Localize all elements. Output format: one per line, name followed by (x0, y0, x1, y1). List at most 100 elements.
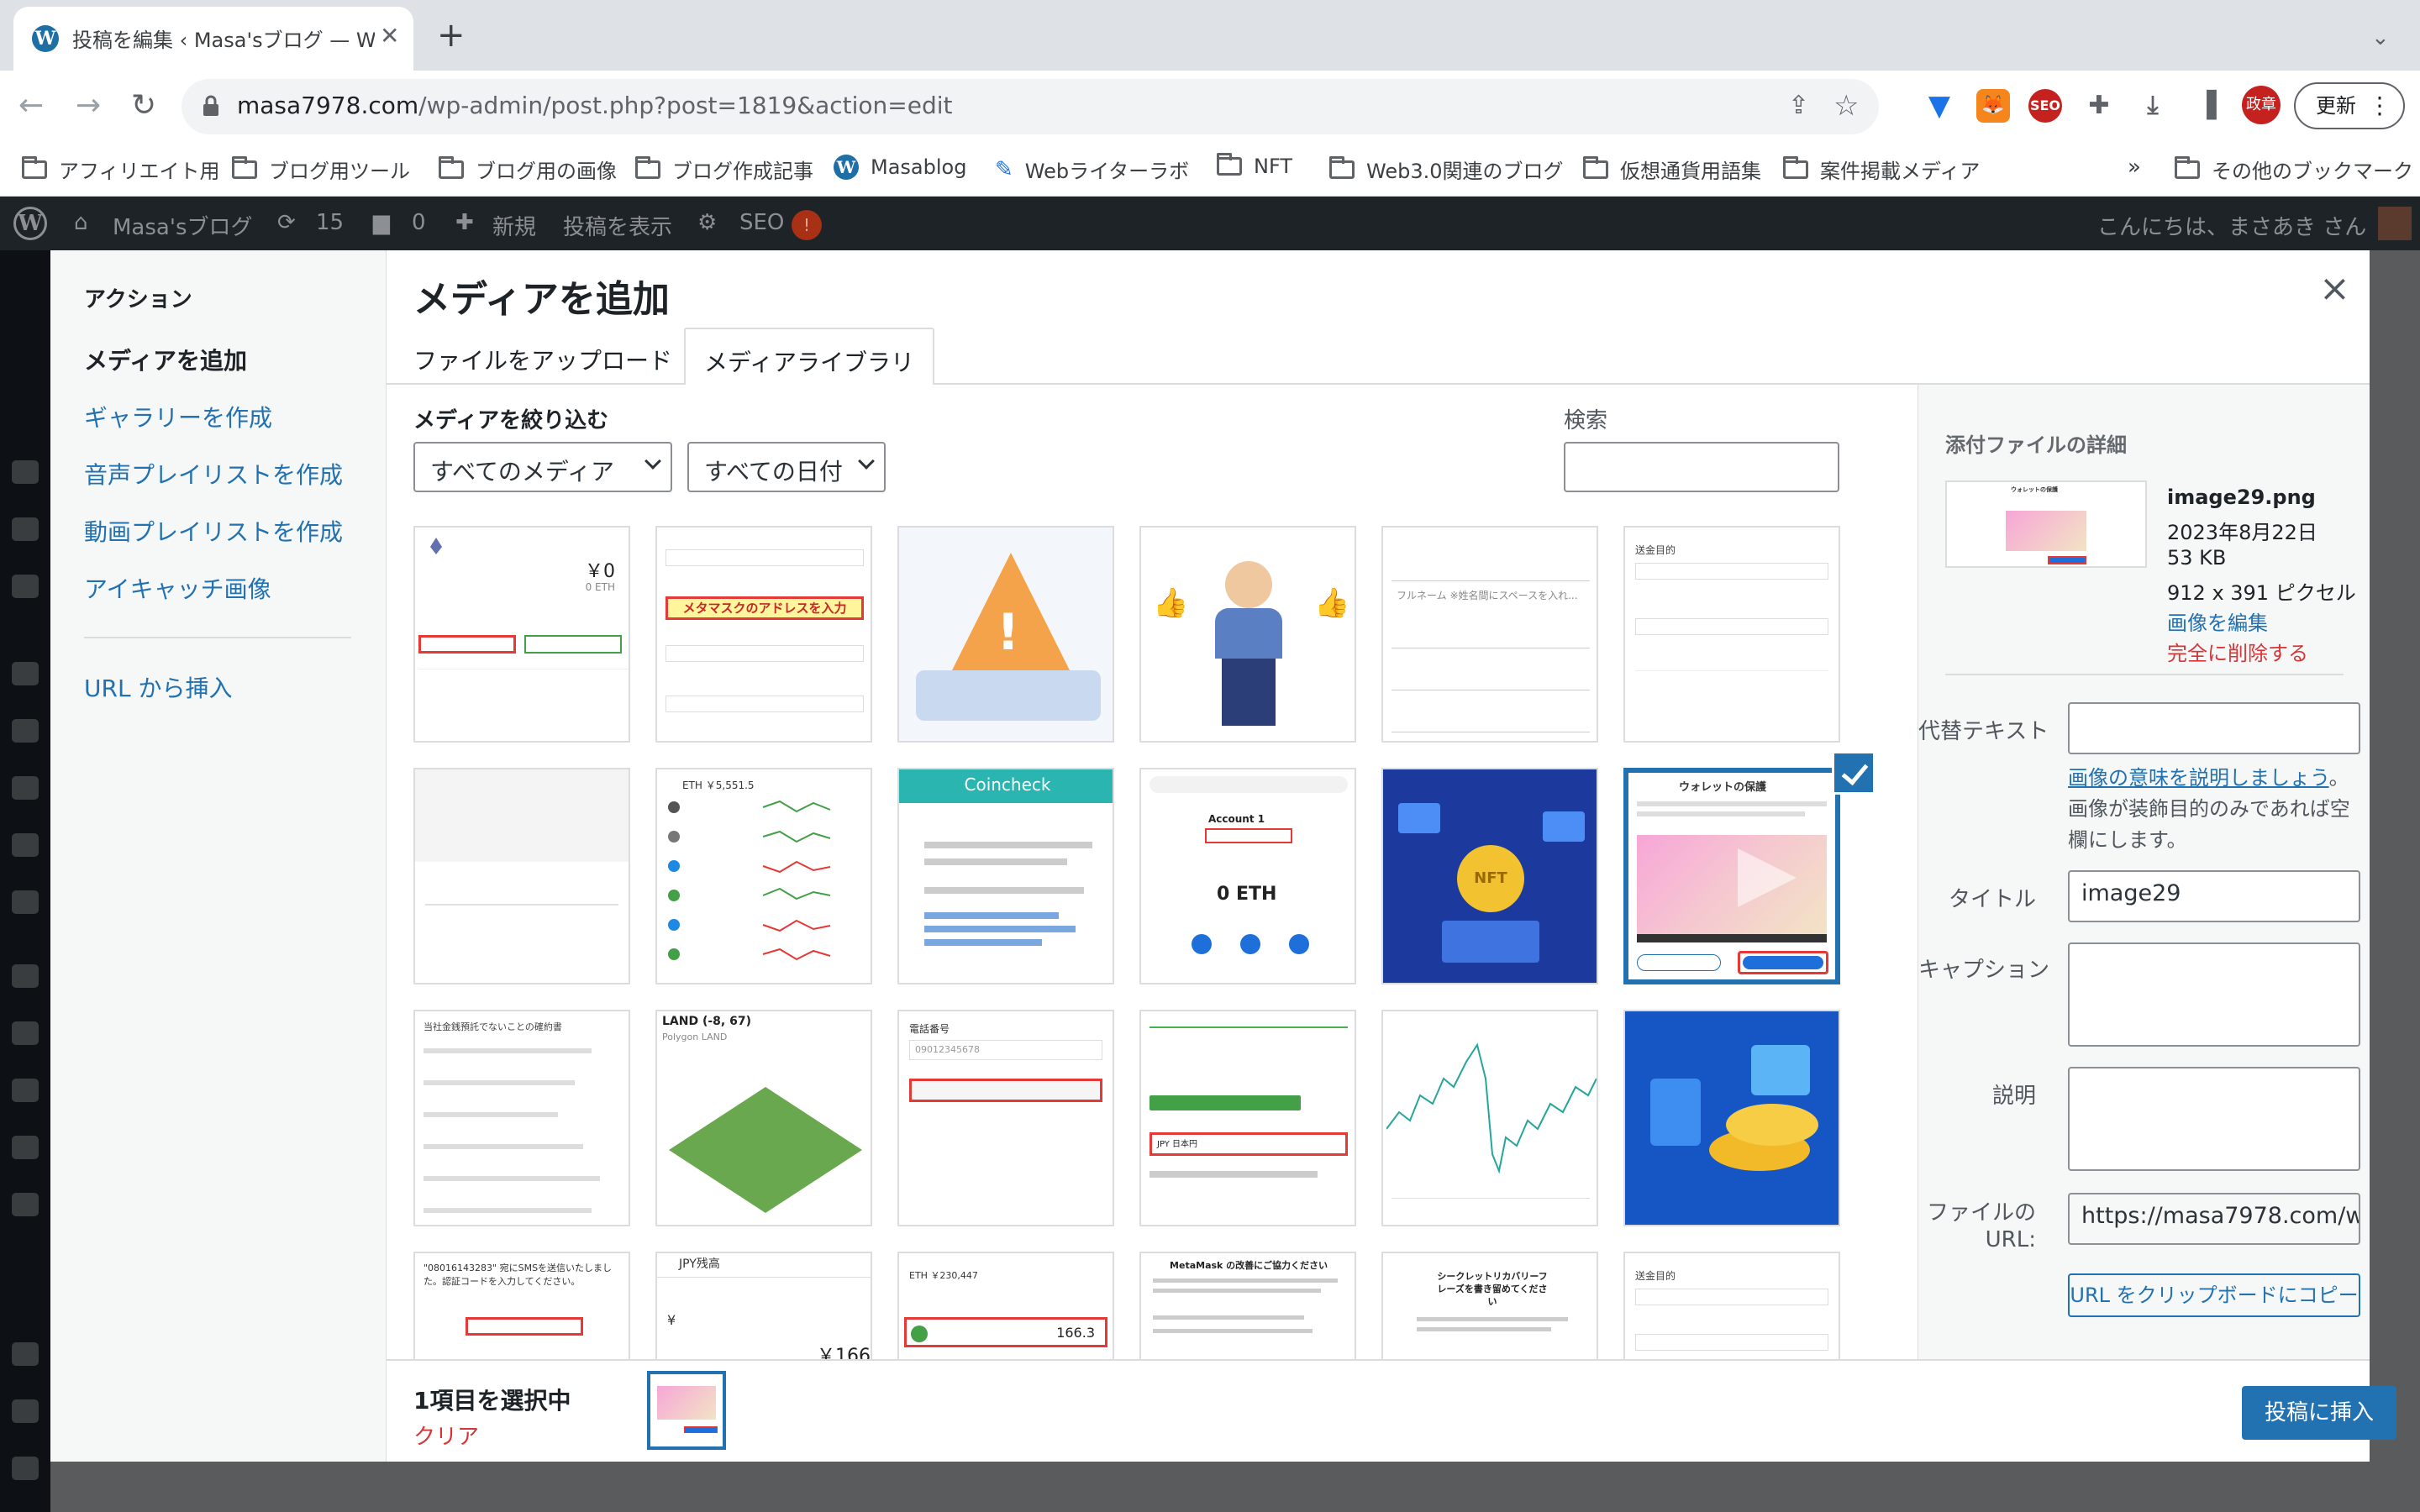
copy-url-button[interactable]: URL をクリップボードにコピー (2068, 1273, 2360, 1317)
alt-text-input[interactable] (2068, 702, 2360, 754)
attachment-thumbnail[interactable]: JPY 日本円 (1139, 1010, 1356, 1226)
user-greeting[interactable]: こんにちは、まさあき さん (2097, 210, 2366, 241)
attachment-thumbnail[interactable]: Account 1 0 ETH (1139, 768, 1356, 984)
updates-icon[interactable]: ⟳ (277, 210, 296, 235)
attachment-thumbnail[interactable]: 送金目的 (1623, 526, 1840, 743)
clear-selection-link[interactable]: クリア (413, 1420, 479, 1451)
updates-count[interactable]: 15 (316, 210, 344, 235)
attachment-thumbnail[interactable] (413, 768, 630, 984)
caption-textarea[interactable] (2068, 942, 2360, 1047)
update-button[interactable]: 更新 ⋮ (2294, 82, 2405, 129)
extensions-puzzle-icon[interactable]: ✚ (2082, 89, 2116, 123)
menu-item-add-media[interactable]: メディアを追加 (84, 343, 247, 376)
seo-menu[interactable]: SEO (739, 210, 784, 235)
address-bar[interactable]: masa7978.com/wp-admin/post.php?post=1819… (182, 79, 1879, 134)
close-icon[interactable]: × (2319, 267, 2350, 310)
side-panel-icon[interactable]: ▐ (2190, 89, 2223, 123)
attachment-thumbnail[interactable]: シークレットリカバリーフレーズを書き留めてください (1381, 1252, 1598, 1359)
file-url-label: ファイルの URL: (1926, 1200, 2036, 1252)
view-post-link[interactable]: 投稿を表示 (563, 210, 672, 241)
new-tab-button[interactable]: + (437, 18, 466, 52)
details-thumbnail: ウォレットの保護 (1945, 480, 2147, 568)
bookmark-item[interactable]: NFT (1217, 153, 1292, 178)
other-bookmarks[interactable]: その他のブックマーク (2175, 155, 2413, 184)
attachment-thumbnail[interactable]: ￥0 0 ETH (413, 526, 630, 743)
file-url-input[interactable]: https://masa7978.com/wp (2068, 1193, 2360, 1245)
new-content-link[interactable]: 新規 (492, 210, 536, 241)
selected-check-icon[interactable] (1832, 751, 1876, 795)
title-input[interactable]: image29 (2068, 870, 2360, 922)
share-icon[interactable]: ⇪ (1788, 91, 1809, 120)
seo-extension-icon[interactable]: SEO (2028, 89, 2062, 123)
attachment-thumbnail[interactable]: ETH ￥5,551.5 (655, 768, 872, 984)
extension-v-icon[interactable]: ▼ (1923, 89, 1956, 123)
bookmark-item[interactable]: ブログ用の画像 (439, 155, 617, 184)
caption-label: キャプション (1918, 958, 2050, 983)
edit-image-link[interactable]: 画像を編集 (2167, 606, 2268, 636)
tab-search-chevron-icon[interactable]: ⌄ (2371, 25, 2390, 50)
tab-close-icon[interactable]: ✕ (380, 22, 399, 50)
menu-icon (12, 662, 39, 685)
delete-permanently-link[interactable]: 完全に削除する (2167, 637, 2308, 666)
menu-item-audio-playlist[interactable]: 音声プレイリストを作成 (84, 457, 343, 491)
bookmark-item[interactable]: アフィリエイト用 (22, 155, 220, 184)
menu-item-create-gallery[interactable]: ギャラリーを作成 (84, 400, 272, 433)
menu-item-insert-from-url[interactable]: URL から挿入 (84, 670, 232, 704)
attachment-thumbnail[interactable]: 電話番号 09012345678 (897, 1010, 1114, 1226)
date-filter-select[interactable]: すべての日付 (687, 442, 886, 492)
admin-site-name[interactable]: Masa'sブログ (113, 210, 253, 241)
attachment-thumbnail[interactable]: 当社金銭預託でないことの確約書 (413, 1010, 630, 1226)
search-input[interactable] (1564, 442, 1839, 492)
attachment-thumbnail[interactable]: MetaMask の改善にご協力ください (1139, 1252, 1356, 1359)
insert-into-post-button[interactable]: 投稿に挿入 (2242, 1386, 2396, 1440)
attachment-thumbnail[interactable]: "08016143283" 宛にSMSを送信いたしました。認証コードを入力してく… (413, 1252, 630, 1359)
attachment-thumbnail[interactable]: 👍 👍 (1139, 526, 1356, 743)
bookmark-item[interactable]: ✎ Webライターラボ (995, 155, 1189, 184)
reload-icon[interactable]: ↻ (131, 89, 156, 123)
profile-avatar[interactable]: 政章 (2242, 86, 2281, 124)
attachment-thumbnail[interactable] (1381, 1010, 1598, 1226)
attachment-thumbnail[interactable]: JPY残高 ¥ ￥166 (655, 1252, 872, 1359)
alt-text-help-link[interactable]: 画像の意味を説明しましょう (2068, 766, 2329, 790)
details-file-size: 53 KB (2167, 546, 2227, 570)
attachment-thumbnail[interactable]: LAND (-8, 67) Polygon LAND (655, 1010, 872, 1226)
comments-count[interactable]: 0 (412, 210, 426, 235)
bookmark-item[interactable]: W Masablog (834, 155, 966, 180)
bookmark-item[interactable]: 仮想通貨用語集 (1583, 155, 1761, 184)
bookmark-star-icon[interactable]: ☆ (1833, 89, 1859, 123)
attachment-thumbnail[interactable] (1623, 1010, 1840, 1226)
bookmarks-overflow-button[interactable]: » (2128, 155, 2141, 180)
metamask-extension-icon[interactable]: 🦊 (1976, 89, 2010, 123)
attachment-thumbnail[interactable]: ! (897, 526, 1114, 743)
attachment-thumbnail[interactable]: Coincheck (897, 768, 1114, 984)
wordpress-logo-icon[interactable]: W (13, 207, 47, 240)
tab-upload-files[interactable]: ファイルをアップロード (395, 328, 691, 385)
url-text[interactable]: masa7978.com/wp-admin/post.php?post=1819… (237, 92, 952, 119)
attachment-thumbnail[interactable]: 送金目的 (1623, 1252, 1840, 1359)
filter-label: メディアを絞り込む (413, 408, 609, 433)
modal-title: メディアを追加 (413, 278, 670, 321)
bookmark-item[interactable]: Web3.0関連のブログ (1329, 155, 1564, 184)
tab-media-library[interactable]: メディアライブラリ (684, 328, 935, 386)
wordpress-icon: W (834, 155, 859, 180)
folder-icon (439, 155, 464, 179)
browser-tab[interactable]: W 投稿を編集 ‹ Masa'sブログ — Wo ✕ (13, 7, 413, 71)
selected-thumbnail[interactable] (647, 1371, 726, 1450)
menu-item-featured-image[interactable]: アイキャッチ画像 (84, 571, 271, 605)
forward-icon[interactable]: → (76, 89, 101, 123)
attachment-thumbnail[interactable]: メタマスクのアドレスを入力 (655, 526, 872, 743)
attachment-thumbnail[interactable]: フルネーム ※姓名間にスペースを入れ... (1381, 526, 1598, 743)
attachment-thumbnail-selected[interactable]: ウォレットの保護 (1623, 768, 1840, 984)
bookmark-item[interactable]: ブログ用ツール (232, 155, 410, 184)
bookmark-item[interactable]: ブログ作成記事 (635, 155, 813, 184)
attachment-thumbnail[interactable]: NFT (1381, 768, 1598, 984)
download-icon[interactable]: ⤓ (2136, 89, 2170, 123)
description-textarea[interactable] (2068, 1067, 2360, 1171)
bookmark-item[interactable]: 案件掲載メディア (1783, 155, 1980, 184)
menu-item-video-playlist[interactable]: 動画プレイリストを作成 (84, 514, 343, 548)
comments-icon[interactable]: ▆ (373, 210, 390, 235)
back-icon[interactable]: ← (18, 89, 44, 123)
attachment-thumbnail[interactable]: ETH ￥230,447 166.3 (897, 1252, 1114, 1359)
media-type-filter-select[interactable]: すべてのメディア (413, 442, 672, 492)
avatar[interactable] (2378, 207, 2412, 240)
